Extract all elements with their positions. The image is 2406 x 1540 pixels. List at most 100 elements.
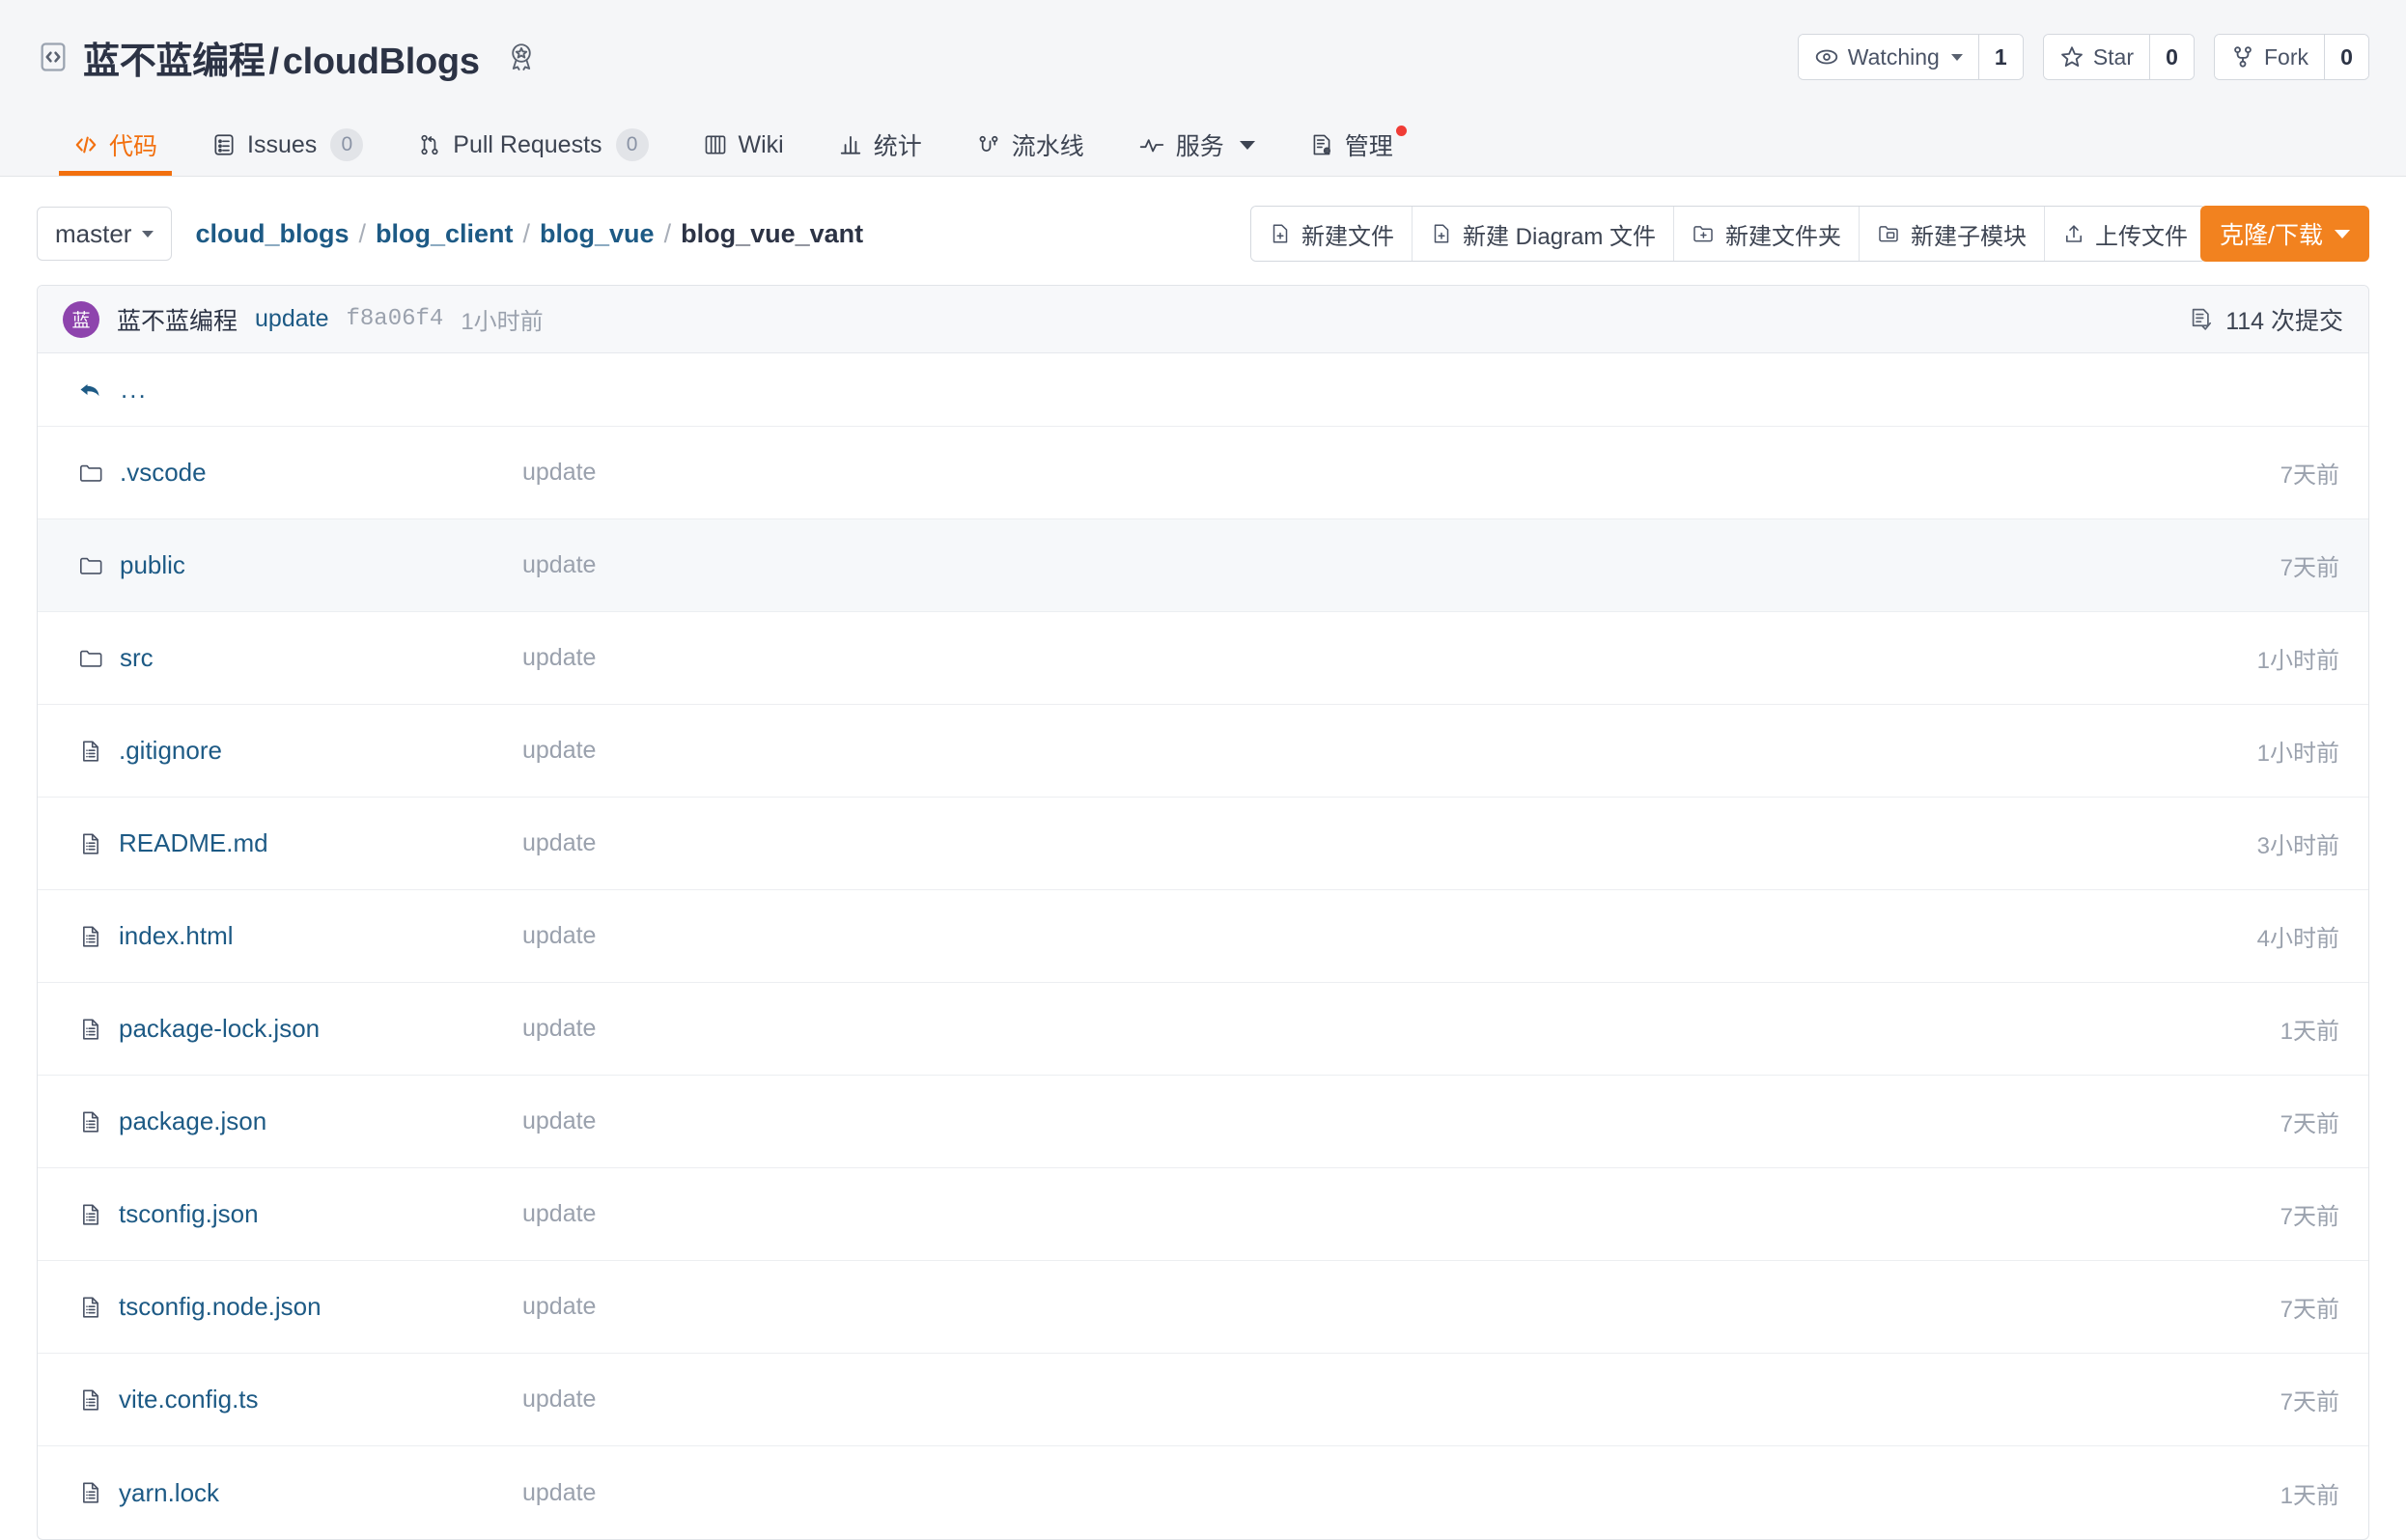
- commit-message-cell[interactable]: update: [517, 829, 2112, 857]
- fork-button-group[interactable]: Fork 0: [2214, 34, 2369, 80]
- commit-message-cell[interactable]: update: [517, 1386, 2112, 1414]
- fork-count[interactable]: 0: [2324, 35, 2368, 79]
- code-icon: [75, 136, 97, 154]
- new-folder-button[interactable]: 新建文件夹: [1674, 207, 1860, 261]
- table-row[interactable]: index.html update 4小时前: [38, 890, 2368, 983]
- upload-file-button[interactable]: 上传文件: [2045, 207, 2206, 261]
- file-name-link[interactable]: yarn.lock: [119, 1478, 219, 1508]
- commit-message-cell[interactable]: update: [517, 644, 2112, 672]
- commit-message-cell[interactable]: update: [517, 551, 2112, 579]
- file-name-cell[interactable]: .gitignore: [63, 736, 517, 766]
- commit-message-cell[interactable]: update: [517, 1107, 2112, 1135]
- commit-author[interactable]: 蓝不蓝编程: [117, 302, 238, 337]
- file-name-cell[interactable]: README.md: [63, 828, 517, 858]
- breadcrumb-item-1[interactable]: blog_client: [376, 219, 514, 249]
- file-name-link[interactable]: .gitignore: [119, 736, 222, 766]
- commit-count[interactable]: 114 次提交: [2188, 302, 2343, 337]
- toolbar-left: master cloud_blogs / blog_client / blog_…: [37, 207, 863, 261]
- table-row[interactable]: tsconfig.json update 7天前: [38, 1168, 2368, 1261]
- commit-message-cell[interactable]: update: [517, 737, 2112, 765]
- file-name-cell[interactable]: yarn.lock: [63, 1478, 517, 1508]
- file-name-link[interactable]: index.html: [119, 921, 234, 951]
- tab-manage[interactable]: 管理: [1282, 114, 1420, 176]
- star-count[interactable]: 0: [2149, 35, 2194, 79]
- watch-button[interactable]: Watching: [1798, 35, 1978, 79]
- tab-code[interactable]: 代码: [46, 114, 184, 176]
- commit-time: 1小时前: [461, 309, 544, 335]
- new-folder-icon: [1693, 226, 1713, 242]
- file-name-cell[interactable]: .vscode: [63, 458, 517, 488]
- new-diagram-file-button[interactable]: 新建 Diagram 文件: [1413, 207, 1675, 261]
- watching-button-group[interactable]: Watching 1: [1797, 34, 2024, 80]
- tab-wiki[interactable]: Wiki: [676, 114, 811, 176]
- parent-directory-name[interactable]: ...: [63, 375, 517, 405]
- file-icon: [78, 831, 103, 856]
- repo-owner-link[interactable]: 蓝不蓝编程: [83, 42, 266, 82]
- file-name-cell[interactable]: tsconfig.json: [63, 1199, 517, 1229]
- file-name-cell[interactable]: package-lock.json: [63, 1014, 517, 1044]
- commit-time-cell: 1小时前: [2256, 648, 2339, 674]
- commit-message-cell[interactable]: update: [517, 1479, 2112, 1507]
- table-row[interactable]: public update 7天前: [38, 519, 2368, 612]
- file-name-link[interactable]: src: [120, 643, 154, 673]
- file-name-cell[interactable]: tsconfig.node.json: [63, 1292, 517, 1322]
- commit-message-cell[interactable]: update: [517, 459, 2112, 487]
- star-button[interactable]: Star: [2043, 35, 2149, 79]
- file-name-link[interactable]: .vscode: [120, 458, 207, 488]
- latest-commit-info: 蓝 蓝不蓝编程 update f8a06f4 1小时前: [63, 300, 544, 338]
- table-row[interactable]: vite.config.ts update 7天前: [38, 1354, 2368, 1446]
- commit-message-cell[interactable]: update: [517, 1293, 2112, 1321]
- file-name-link[interactable]: package.json: [119, 1106, 266, 1136]
- repo-name-link[interactable]: cloudBlogs: [283, 42, 480, 82]
- table-row[interactable]: .gitignore update 1小时前: [38, 705, 2368, 798]
- file-name-link[interactable]: README.md: [119, 828, 268, 858]
- commit-message-cell[interactable]: update: [517, 922, 2112, 950]
- tab-statistics-label: 统计: [873, 133, 922, 160]
- watch-count[interactable]: 1: [1977, 35, 2023, 79]
- file-name-link[interactable]: tsconfig.node.json: [119, 1292, 322, 1322]
- table-row[interactable]: package.json update 7天前: [38, 1076, 2368, 1168]
- avatar[interactable]: 蓝: [63, 300, 99, 338]
- tab-pipeline[interactable]: 流水线: [949, 114, 1111, 176]
- chart-icon: [840, 135, 860, 154]
- file-name-link[interactable]: vite.config.ts: [119, 1385, 259, 1414]
- file-name-cell[interactable]: package.json: [63, 1106, 517, 1136]
- table-row[interactable]: README.md update 3小时前: [38, 798, 2368, 890]
- tab-statistics[interactable]: 统计: [811, 114, 949, 176]
- breadcrumb-item-2[interactable]: blog_vue: [540, 219, 655, 249]
- breadcrumb-item-current: blog_vue_vant: [681, 218, 864, 248]
- file-name-cell[interactable]: index.html: [63, 921, 517, 951]
- commit-message-cell[interactable]: update: [517, 1015, 2112, 1043]
- tab-wiki-label: Wiki: [738, 130, 784, 158]
- tab-pull-requests[interactable]: Pull Requests 0: [390, 114, 675, 176]
- upload-file-label: 上传文件: [2095, 223, 2189, 250]
- file-name-link[interactable]: package-lock.json: [119, 1014, 320, 1044]
- file-name-cell[interactable]: src: [63, 643, 517, 673]
- tab-services[interactable]: 服务: [1111, 114, 1282, 176]
- breadcrumb-item-0[interactable]: cloud_blogs: [195, 219, 349, 249]
- table-row[interactable]: .vscode update 7天前: [38, 427, 2368, 519]
- new-file-button[interactable]: 新建文件: [1251, 207, 1413, 261]
- fork-button[interactable]: Fork: [2215, 35, 2324, 79]
- file-name-link[interactable]: public: [120, 550, 185, 580]
- tab-issues-badge: 0: [330, 128, 364, 161]
- clone-download-button[interactable]: 克隆/下载: [2200, 206, 2369, 262]
- file-name-cell[interactable]: vite.config.ts: [63, 1385, 517, 1414]
- commit-message[interactable]: update: [255, 305, 328, 333]
- folder-icon: [78, 646, 104, 671]
- book-icon: [705, 135, 725, 154]
- table-row[interactable]: package-lock.json update 1天前: [38, 983, 2368, 1076]
- tab-issues[interactable]: Issues 0: [184, 114, 390, 176]
- table-row[interactable]: src update 1小时前: [38, 612, 2368, 705]
- file-name-link[interactable]: tsconfig.json: [119, 1199, 259, 1229]
- commit-time-cell: 7天前: [2280, 1111, 2339, 1137]
- commit-message-cell[interactable]: update: [517, 1200, 2112, 1228]
- star-button-group[interactable]: Star 0: [2042, 34, 2195, 80]
- table-row[interactable]: yarn.lock update 1天前: [38, 1446, 2368, 1539]
- commit-hash[interactable]: f8a06f4: [346, 306, 443, 332]
- new-submodule-button[interactable]: 新建子模块: [1860, 207, 2046, 261]
- parent-directory-row[interactable]: ...: [38, 353, 2368, 427]
- file-name-cell[interactable]: public: [63, 550, 517, 580]
- branch-selector[interactable]: master: [37, 207, 173, 261]
- table-row[interactable]: tsconfig.node.json update 7天前: [38, 1261, 2368, 1354]
